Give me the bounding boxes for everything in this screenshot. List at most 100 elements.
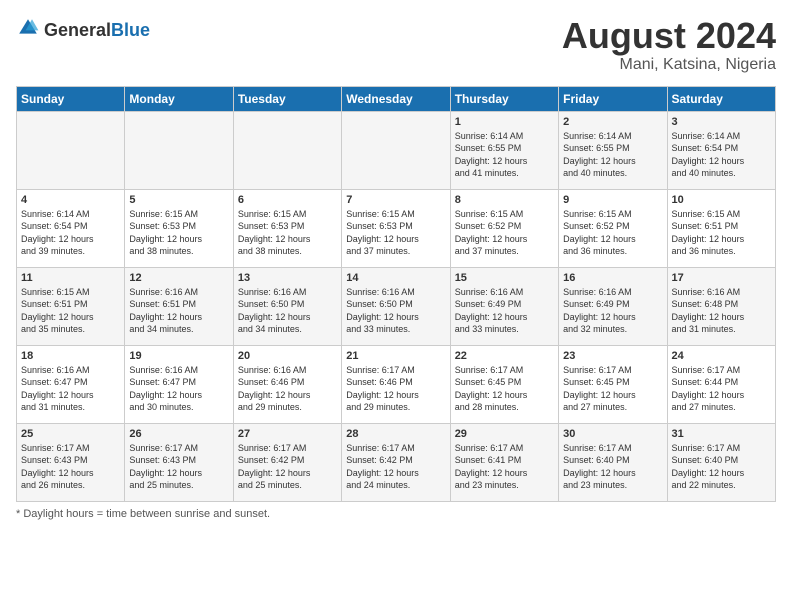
calendar-cell: 9 Sunrise: 6:15 AM Sunset: 6:52 PM Daylig… (559, 189, 667, 267)
cell-content: Sunrise: 6:15 AM Sunset: 6:51 PM Dayligh… (672, 208, 771, 258)
day-number: 28 (346, 428, 445, 440)
day-number: 15 (455, 272, 554, 284)
day-number: 11 (21, 272, 120, 284)
day-number: 25 (21, 428, 120, 440)
calendar-cell: 28 Sunrise: 6:17 AM Sunset: 6:42 PM Dayli… (342, 423, 450, 501)
cell-content: Sunrise: 6:14 AM Sunset: 6:54 PM Dayligh… (21, 208, 120, 258)
week-row-2: 4 Sunrise: 6:14 AM Sunset: 6:54 PM Daylig… (17, 189, 776, 267)
calendar-cell: 25 Sunrise: 6:17 AM Sunset: 6:43 PM Dayli… (17, 423, 125, 501)
cell-content: Sunrise: 6:17 AM Sunset: 6:40 PM Dayligh… (563, 442, 662, 492)
calendar-cell: 18Sunrise: 6:16 AM Sunset: 6:47 PM Dayli… (17, 345, 125, 423)
calendar-cell: 31 Sunrise: 6:17 AM Sunset: 6:40 PM Dayli… (667, 423, 775, 501)
cell-content: Sunrise: 6:16 AM Sunset: 6:47 PM Dayligh… (21, 364, 120, 414)
day-header-wednesday: Wednesday (342, 86, 450, 111)
cell-content: Sunrise: 6:15 AM Sunset: 6:52 PM Dayligh… (563, 208, 662, 258)
day-number: 19 (129, 350, 228, 362)
title-block: August 2024 Mani, Katsina, Nigeria (562, 16, 776, 74)
month-year: August 2024 (562, 16, 776, 56)
logo-icon (16, 16, 40, 40)
calendar-cell: 3Sunrise: 6:14 AM Sunset: 6:54 PM Daylig… (667, 111, 775, 189)
calendar-table: SundayMondayTuesdayWednesdayThursdayFrid… (16, 86, 776, 502)
day-number: 8 (455, 194, 554, 206)
cell-content: Sunrise: 6:17 AM Sunset: 6:42 PM Dayligh… (238, 442, 337, 492)
day-number: 31 (672, 428, 771, 440)
cell-content: Sunrise: 6:15 AM Sunset: 6:51 PM Dayligh… (21, 286, 120, 336)
cell-content: Sunrise: 6:17 AM Sunset: 6:44 PM Dayligh… (672, 364, 771, 414)
day-number: 13 (238, 272, 337, 284)
calendar-cell: 26 Sunrise: 6:17 AM Sunset: 6:43 PM Dayli… (125, 423, 233, 501)
calendar-cell: 1 Sunrise: 6:14 AM Sunset: 6:55 PM Daylig… (450, 111, 558, 189)
cell-content: Sunrise: 6:17 AM Sunset: 6:40 PM Dayligh… (672, 442, 771, 492)
day-number: 4 (21, 194, 120, 206)
day-header-monday: Monday (125, 86, 233, 111)
day-number: 29 (455, 428, 554, 440)
day-number: 9 (563, 194, 662, 206)
cell-content: Sunrise: 6:16 AM Sunset: 6:47 PM Dayligh… (129, 364, 228, 414)
week-row-1: 1 Sunrise: 6:14 AM Sunset: 6:55 PM Daylig… (17, 111, 776, 189)
calendar-cell: 17Sunrise: 6:16 AM Sunset: 6:48 PM Dayli… (667, 267, 775, 345)
calendar-cell (125, 111, 233, 189)
cell-content: Sunrise: 6:15 AM Sunset: 6:53 PM Dayligh… (238, 208, 337, 258)
footer-note: * Daylight hours = time between sunrise … (16, 508, 776, 520)
cell-content: Sunrise: 6:14 AM Sunset: 6:55 PM Dayligh… (455, 130, 554, 180)
cell-content: Sunrise: 6:17 AM Sunset: 6:41 PM Dayligh… (455, 442, 554, 492)
cell-content: Sunrise: 6:17 AM Sunset: 6:46 PM Dayligh… (346, 364, 445, 414)
week-row-5: 25 Sunrise: 6:17 AM Sunset: 6:43 PM Dayli… (17, 423, 776, 501)
day-header-tuesday: Tuesday (233, 86, 341, 111)
calendar-header: SundayMondayTuesdayWednesdayThursdayFrid… (17, 86, 776, 111)
day-header-thursday: Thursday (450, 86, 558, 111)
calendar-cell: 30 Sunrise: 6:17 AM Sunset: 6:40 PM Dayli… (559, 423, 667, 501)
calendar-cell: 29 Sunrise: 6:17 AM Sunset: 6:41 PM Dayli… (450, 423, 558, 501)
cell-content: Sunrise: 6:17 AM Sunset: 6:45 PM Dayligh… (563, 364, 662, 414)
week-row-3: 11 Sunrise: 6:15 AM Sunset: 6:51 PM Dayli… (17, 267, 776, 345)
day-number: 26 (129, 428, 228, 440)
day-number: 1 (455, 116, 554, 128)
cell-content: Sunrise: 6:15 AM Sunset: 6:52 PM Dayligh… (455, 208, 554, 258)
calendar-cell: 15Sunrise: 6:16 AM Sunset: 6:49 PM Dayli… (450, 267, 558, 345)
day-number: 16 (563, 272, 662, 284)
day-number: 27 (238, 428, 337, 440)
cell-content: Sunrise: 6:17 AM Sunset: 6:42 PM Dayligh… (346, 442, 445, 492)
logo: GeneralBlue (16, 16, 150, 45)
cell-content: Sunrise: 6:16 AM Sunset: 6:49 PM Dayligh… (563, 286, 662, 336)
cell-content: Sunrise: 6:16 AM Sunset: 6:51 PM Dayligh… (129, 286, 228, 336)
cell-content: Sunrise: 6:17 AM Sunset: 6:45 PM Dayligh… (455, 364, 554, 414)
calendar-cell: 10 Sunrise: 6:15 AM Sunset: 6:51 PM Dayli… (667, 189, 775, 267)
day-header-sunday: Sunday (17, 86, 125, 111)
cell-content: Sunrise: 6:15 AM Sunset: 6:53 PM Dayligh… (129, 208, 228, 258)
calendar-cell: 6 Sunrise: 6:15 AM Sunset: 6:53 PM Daylig… (233, 189, 341, 267)
calendar-cell: 22 Sunrise: 6:17 AM Sunset: 6:45 PM Dayli… (450, 345, 558, 423)
logo-general: GeneralBlue (44, 20, 150, 41)
cell-content: Sunrise: 6:17 AM Sunset: 6:43 PM Dayligh… (21, 442, 120, 492)
calendar-cell: 16 Sunrise: 6:16 AM Sunset: 6:49 PM Dayli… (559, 267, 667, 345)
calendar-cell: 20 Sunrise: 6:16 AM Sunset: 6:46 PM Dayli… (233, 345, 341, 423)
cell-content: Sunrise: 6:16 AM Sunset: 6:46 PM Dayligh… (238, 364, 337, 414)
day-number: 22 (455, 350, 554, 362)
day-number: 6 (238, 194, 337, 206)
cell-content: Sunrise: 6:16 AM Sunset: 6:50 PM Dayligh… (346, 286, 445, 336)
day-header-friday: Friday (559, 86, 667, 111)
cell-content: Sunrise: 6:16 AM Sunset: 6:48 PM Dayligh… (672, 286, 771, 336)
calendar-cell: 4 Sunrise: 6:14 AM Sunset: 6:54 PM Daylig… (17, 189, 125, 267)
calendar-cell: 23Sunrise: 6:17 AM Sunset: 6:45 PM Dayli… (559, 345, 667, 423)
day-number: 5 (129, 194, 228, 206)
calendar-cell: 19 Sunrise: 6:16 AM Sunset: 6:47 PM Dayli… (125, 345, 233, 423)
calendar-cell (233, 111, 341, 189)
calendar-cell: 5 Sunrise: 6:15 AM Sunset: 6:53 PM Daylig… (125, 189, 233, 267)
day-number: 7 (346, 194, 445, 206)
calendar-cell (17, 111, 125, 189)
week-row-4: 18Sunrise: 6:16 AM Sunset: 6:47 PM Dayli… (17, 345, 776, 423)
day-number: 20 (238, 350, 337, 362)
day-number: 2 (563, 116, 662, 128)
cell-content: Sunrise: 6:16 AM Sunset: 6:50 PM Dayligh… (238, 286, 337, 336)
day-number: 30 (563, 428, 662, 440)
header: GeneralBlue August 2024 Mani, Katsina, N… (16, 16, 776, 74)
calendar-cell: 14Sunrise: 6:16 AM Sunset: 6:50 PM Dayli… (342, 267, 450, 345)
cell-content: Sunrise: 6:14 AM Sunset: 6:55 PM Dayligh… (563, 130, 662, 180)
day-number: 12 (129, 272, 228, 284)
day-number: 10 (672, 194, 771, 206)
calendar-cell: 13 Sunrise: 6:16 AM Sunset: 6:50 PM Dayli… (233, 267, 341, 345)
day-number: 24 (672, 350, 771, 362)
cell-content: Sunrise: 6:17 AM Sunset: 6:43 PM Dayligh… (129, 442, 228, 492)
calendar-cell: 27 Sunrise: 6:17 AM Sunset: 6:42 PM Dayli… (233, 423, 341, 501)
